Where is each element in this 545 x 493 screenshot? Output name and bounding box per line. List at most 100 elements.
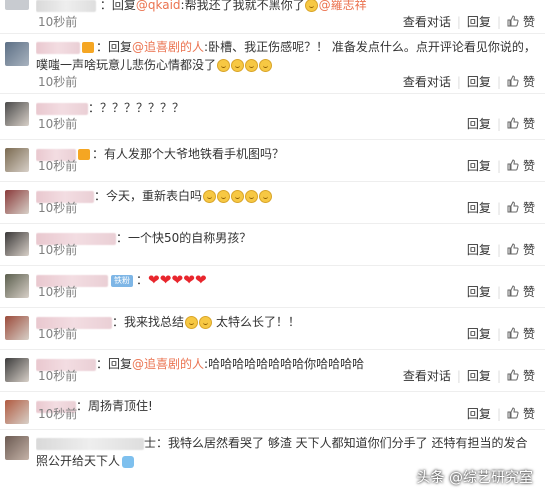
mention-link[interactable]: @追喜剧的人 bbox=[132, 40, 204, 54]
view-conversation-link[interactable]: 查看对话 bbox=[403, 15, 451, 29]
timestamp: 10秒前 bbox=[38, 369, 78, 383]
like-button[interactable]: 赞 bbox=[507, 369, 535, 383]
avatar[interactable] bbox=[5, 0, 29, 10]
mention-link[interactable]: @qkaid bbox=[136, 0, 181, 12]
like-button[interactable]: 赞 bbox=[507, 117, 535, 131]
like-button[interactable]: 赞 bbox=[507, 15, 535, 29]
comment-item: ：回复@qkaid:帮我还了我就不黑你了 @羅志祥 10秒前 查看对话 | 回复 | 赞 bbox=[0, 0, 545, 34]
like-button[interactable]: 赞 bbox=[507, 407, 535, 421]
comment-meta: 10秒前 查看对话 | 回复 | 赞 bbox=[36, 368, 535, 384]
comment-actions: 回复 | 赞 bbox=[467, 242, 535, 258]
emoji-icon bbox=[230, 59, 244, 72]
like-label: 赞 bbox=[522, 285, 535, 299]
like-label: 赞 bbox=[522, 407, 535, 421]
avatar[interactable] bbox=[5, 42, 29, 66]
divider: | bbox=[496, 201, 501, 215]
comment-item: 士：我特么居然看哭了 够渣 天下人都知道你们分手了 还特有担当的发合 照公开给天… bbox=[0, 430, 545, 493]
avatar[interactable] bbox=[5, 358, 29, 382]
divider: | bbox=[496, 117, 501, 131]
divider: | bbox=[496, 159, 501, 173]
username[interactable] bbox=[36, 0, 96, 12]
username[interactable] bbox=[36, 437, 144, 450]
comment-actions: 查看对话 | 回复 | 赞 bbox=[403, 14, 535, 30]
comment-item: ：回复@追喜剧的人:卧槽、我正伤感呢？！ 准备发点什么。点开评论看见你说的， 噗… bbox=[0, 34, 545, 94]
comment-actions: 回复 | 赞 bbox=[467, 406, 535, 422]
divider: | bbox=[496, 327, 501, 341]
username[interactable] bbox=[36, 102, 88, 115]
avatar[interactable] bbox=[5, 148, 29, 172]
comment-body: 照公开给天下人 bbox=[36, 454, 121, 468]
timestamp: 10秒前 bbox=[38, 407, 78, 421]
reply-word: 回复 bbox=[111, 0, 136, 12]
view-conversation-link[interactable]: 查看对话 bbox=[403, 75, 451, 89]
like-button[interactable]: 赞 bbox=[507, 75, 535, 89]
comment-body: ：？？？？？？？ bbox=[88, 101, 185, 115]
username[interactable] bbox=[36, 41, 80, 54]
reply-link[interactable]: 回复 bbox=[467, 369, 491, 383]
like-label: 赞 bbox=[522, 369, 535, 383]
comment-meta: 10秒前 查看对话 | 回复 | 赞 bbox=[36, 74, 535, 90]
divider: | bbox=[496, 75, 501, 89]
reply-link[interactable]: 回复 bbox=[467, 407, 491, 421]
avatar[interactable] bbox=[5, 274, 29, 298]
emoji-icon bbox=[216, 59, 230, 72]
comment-text: ：回复@追喜剧的人:卧槽、我正伤感呢？！ 准备发点什么。点开评论看见你说的， bbox=[36, 38, 535, 56]
thumb-up-icon bbox=[507, 243, 519, 255]
comment-item: 铁粉 ：❤❤❤❤❤ 10秒前 回复 | 赞 bbox=[0, 266, 545, 308]
thumb-up-icon bbox=[507, 369, 519, 381]
reply-prefix: ： bbox=[96, 40, 109, 54]
reply-link[interactable]: 回复 bbox=[467, 117, 491, 131]
avatar[interactable] bbox=[5, 102, 29, 126]
avatar[interactable] bbox=[5, 436, 29, 460]
reply-link[interactable]: 回复 bbox=[467, 15, 491, 29]
like-button[interactable]: 赞 bbox=[507, 285, 535, 299]
emoji-icon bbox=[305, 0, 319, 12]
comment-meta: 10秒前 回复 | 赞 bbox=[36, 406, 535, 422]
avatar[interactable] bbox=[5, 232, 29, 256]
reply-link[interactable]: 回复 bbox=[467, 201, 491, 215]
like-label: 赞 bbox=[522, 159, 535, 173]
avatar[interactable] bbox=[5, 400, 29, 424]
like-button[interactable]: 赞 bbox=[507, 159, 535, 173]
avatar[interactable] bbox=[5, 316, 29, 340]
watermark-name: @综艺研究室 bbox=[449, 470, 533, 486]
divider: | bbox=[496, 407, 501, 421]
reply-link[interactable]: 回复 bbox=[467, 243, 491, 257]
timestamp: 10秒前 bbox=[38, 75, 78, 89]
thumb-up-icon bbox=[507, 117, 519, 129]
like-button[interactable]: 赞 bbox=[507, 201, 535, 215]
reply-link[interactable]: 回复 bbox=[467, 285, 491, 299]
reply-prefix: ： bbox=[99, 0, 112, 12]
thumb-up-icon bbox=[507, 15, 519, 27]
like-label: 赞 bbox=[522, 201, 535, 215]
like-button[interactable]: 赞 bbox=[507, 327, 535, 341]
like-button[interactable]: 赞 bbox=[507, 243, 535, 257]
comment-text: 士：我特么居然看哭了 够渣 天下人都知道你们分手了 还特有担当的发合 bbox=[36, 434, 535, 452]
timestamp: 10秒前 bbox=[38, 243, 78, 257]
emoji-icon bbox=[258, 59, 272, 72]
comment-body: :卧槽、我正伤感呢？！ 准备发点什么。点开评论看见你说的， bbox=[204, 40, 535, 54]
thumb-up-icon bbox=[507, 327, 519, 339]
reply-link[interactable]: 回复 bbox=[467, 75, 491, 89]
timestamp: 10秒前 bbox=[38, 159, 78, 173]
comment-actions: 回复 | 赞 bbox=[467, 284, 535, 300]
reply-link[interactable]: 回复 bbox=[467, 327, 491, 341]
avatar[interactable] bbox=[5, 190, 29, 214]
emoji-icon bbox=[244, 59, 258, 72]
view-conversation-link[interactable]: 查看对话 bbox=[403, 369, 451, 383]
divider: | bbox=[456, 369, 461, 383]
mention-link-2[interactable]: @羅志祥 bbox=[319, 0, 367, 12]
comment-body: :帮我还了我就不黑你了 bbox=[180, 0, 305, 12]
emoji-icon bbox=[122, 455, 135, 468]
comment-item: ：有人发那个大爷地铁看手机图吗？ 10秒前 回复 | 赞 bbox=[0, 140, 545, 182]
timestamp: 10秒前 bbox=[38, 201, 78, 215]
comment-item: ：一个快50的自称男孩？ 10秒前 回复 | 赞 bbox=[0, 224, 545, 266]
divider: | bbox=[456, 15, 461, 29]
like-label: 赞 bbox=[522, 243, 535, 257]
comment-body: 噗嗤一声啥玩意儿悲伤心情都没了 bbox=[36, 58, 217, 72]
watermark-prefix: 头条 bbox=[416, 470, 445, 486]
comment-meta: 10秒前 回复 | 赞 bbox=[36, 326, 535, 342]
thumb-up-icon bbox=[507, 159, 519, 171]
reply-link[interactable]: 回复 bbox=[467, 159, 491, 173]
thumb-up-icon bbox=[507, 285, 519, 297]
